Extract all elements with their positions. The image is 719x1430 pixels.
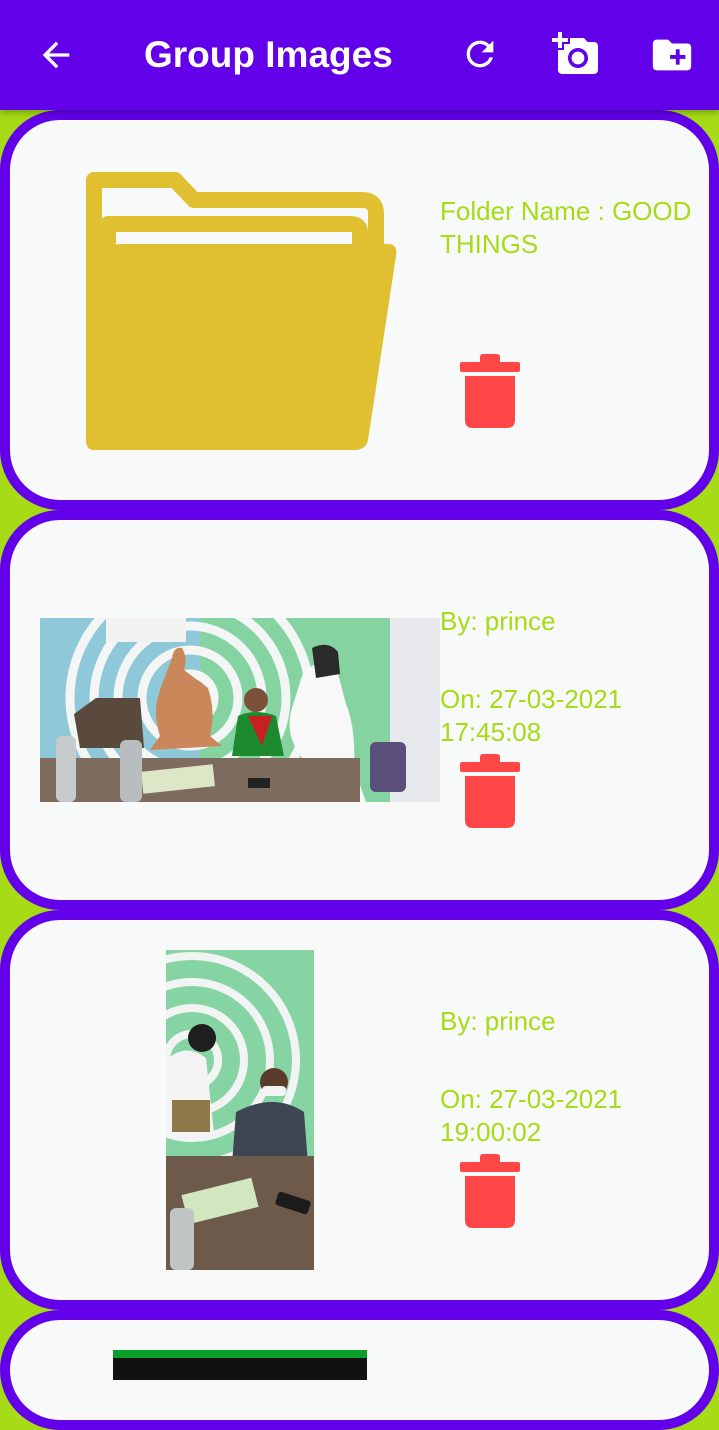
folder-name-label: Folder Name : GOOD THINGS	[440, 196, 692, 259]
page-title: Group Images	[144, 34, 393, 75]
folder-icon[interactable]	[80, 172, 400, 457]
uploader-label: By: prince	[440, 1006, 556, 1036]
delete-image-button[interactable]	[458, 1150, 522, 1230]
image-thumbnail[interactable]	[113, 1350, 367, 1380]
delete-folder-button[interactable]	[458, 350, 522, 430]
delete-image-button[interactable]	[458, 750, 522, 830]
upload-date-label: On: 27-03-2021 17:45:08	[440, 684, 623, 747]
back-arrow-icon[interactable]	[28, 30, 84, 80]
refresh-icon[interactable]	[454, 28, 506, 80]
image-card[interactable]: By: prince On: 27-03-2021 17:45:08	[0, 510, 719, 910]
image-card[interactable]	[0, 1310, 719, 1430]
vaccination-photo[interactable]	[40, 618, 440, 802]
vaccination-photo[interactable]	[166, 950, 314, 1270]
image-card[interactable]: By: prince On: 27-03-2021 19:00:02	[0, 910, 719, 1310]
app-bar: Group Images	[0, 0, 719, 110]
upload-date-label: On: 27-03-2021 19:00:02	[440, 1084, 623, 1147]
create-folder-icon[interactable]	[646, 30, 698, 80]
add-photo-camera-icon[interactable]	[548, 28, 604, 80]
uploader-label: By: prince	[440, 606, 556, 636]
folder-card[interactable]: Folder Name : GOOD THINGS	[0, 110, 719, 510]
